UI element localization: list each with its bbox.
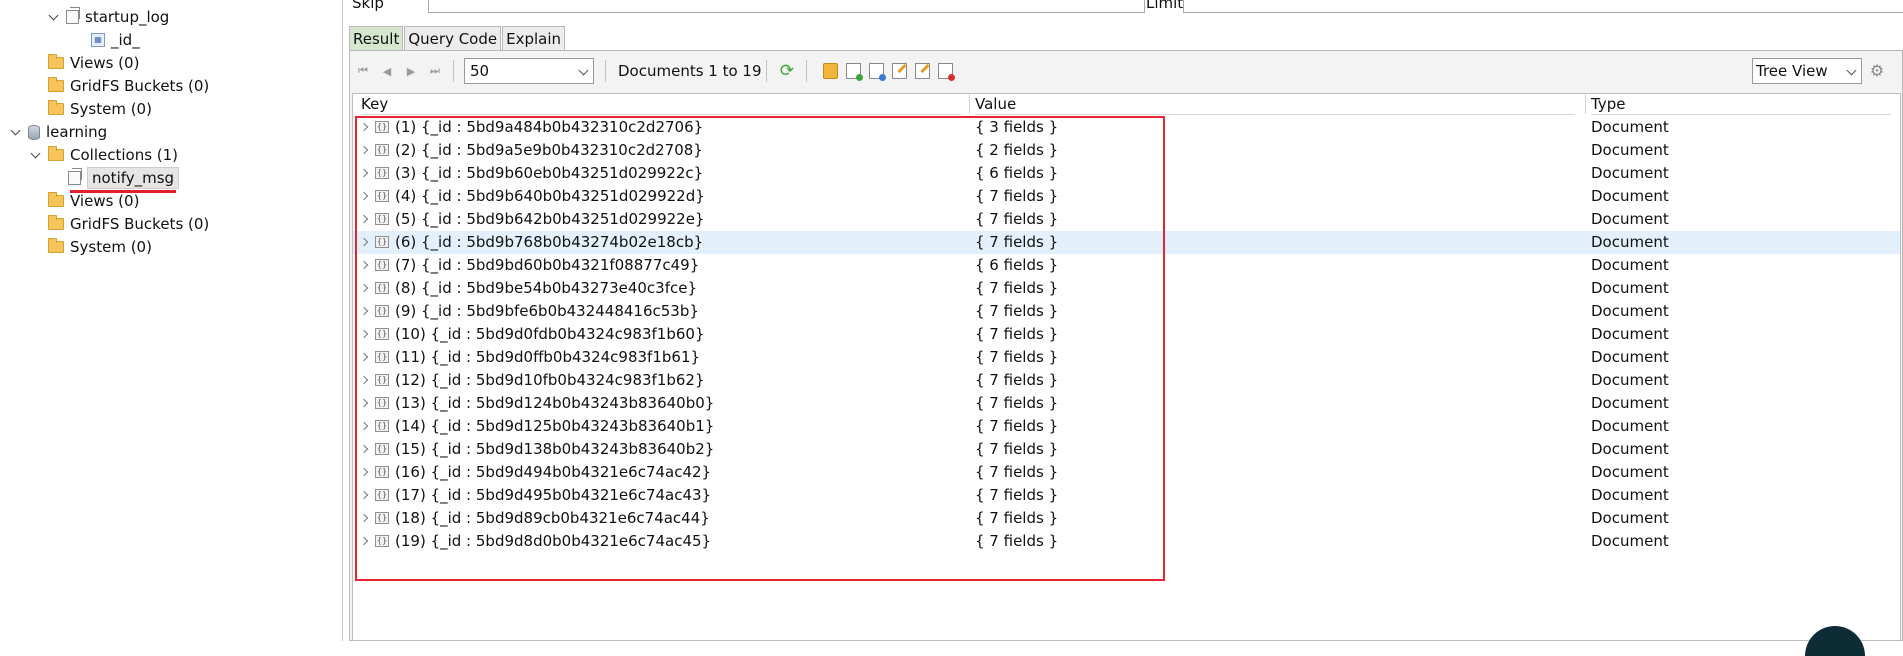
row-type: Document — [1591, 302, 1669, 320]
column-divider[interactable] — [1585, 94, 1586, 114]
limit-label: Limit — [1146, 0, 1184, 12]
tree-item-label: _id_ — [111, 31, 140, 49]
row-type: Document — [1591, 118, 1669, 136]
row-type: Document — [1591, 417, 1669, 435]
collection-icon — [66, 7, 80, 24]
folder-icon — [48, 238, 64, 253]
tree-item-label: GridFS Buckets (0) — [70, 77, 210, 95]
edit-document-icon[interactable] — [892, 63, 907, 79]
tree-item-notify-msg[interactable]: notify_msg — [68, 167, 180, 189]
row-type: Document — [1591, 233, 1669, 251]
skip-input[interactable] — [428, 0, 1145, 13]
view-mode-select[interactable]: Tree View — [1752, 58, 1862, 84]
refresh-icon[interactable]: ⟳ — [778, 62, 796, 80]
row-type: Document — [1591, 187, 1669, 205]
row-type: Document — [1591, 210, 1669, 228]
tree-item-db-learning[interactable]: learning — [10, 121, 107, 143]
toolbar-separator — [453, 60, 454, 82]
index-icon: ▦ — [91, 33, 105, 47]
collection-icon — [68, 168, 82, 185]
row-type: Document — [1591, 463, 1669, 481]
view-mode-value: Tree View — [1756, 62, 1828, 80]
previous-page-icon[interactable]: ◀ — [380, 64, 394, 78]
first-page-icon[interactable]: ⏮ — [356, 64, 370, 78]
database-icon — [28, 124, 40, 140]
tree-item-label: GridFS Buckets (0) — [70, 215, 210, 233]
lock-icon[interactable] — [823, 63, 838, 79]
row-type: Document — [1591, 141, 1669, 159]
gear-icon[interactable]: ⚙ — [1868, 62, 1886, 80]
row-type: Document — [1591, 486, 1669, 504]
edit-field-icon[interactable] — [915, 63, 930, 79]
folder-icon — [48, 100, 64, 115]
tree-item-label: notify_msg — [87, 167, 180, 189]
result-tabs: Result Query Code Explain — [349, 26, 566, 51]
chevron-down-icon — [1846, 65, 1857, 76]
row-type: Document — [1591, 394, 1669, 412]
tree-item-system[interactable]: System (0) — [48, 98, 152, 120]
tab-result[interactable]: Result — [349, 26, 404, 51]
folder-icon — [48, 215, 64, 230]
documents-range: Documents 1 to 19 — [618, 62, 762, 80]
page-size-value: 50 — [470, 62, 490, 80]
next-page-icon[interactable]: ▶ — [404, 64, 418, 78]
chevron-down-icon[interactable] — [30, 149, 42, 161]
tree-item-label: Views (0) — [70, 192, 140, 210]
tree-item-collections[interactable]: Collections (1) — [30, 144, 178, 166]
tree-item-label: startup_log — [85, 8, 170, 26]
connection-tree: startup_log ▦ _id_ Views (0) GridFS Buck… — [0, 0, 343, 641]
row-type: Document — [1591, 371, 1669, 389]
chevron-down-icon[interactable] — [10, 126, 22, 138]
tree-item-label: System (0) — [70, 100, 152, 118]
folder-icon — [48, 77, 64, 92]
folder-icon — [48, 192, 64, 207]
delete-document-icon[interactable] — [938, 63, 955, 81]
row-type: Document — [1591, 509, 1669, 527]
column-divider[interactable] — [969, 94, 970, 114]
tree-item-label: Collections (1) — [70, 146, 179, 164]
annotation-highlight-box — [355, 116, 1165, 581]
tree-item-views-2[interactable]: Views (0) — [48, 190, 139, 212]
tree-item-label: System (0) — [70, 238, 152, 256]
tab-explain[interactable]: Explain — [502, 26, 566, 51]
toolbar-separator — [605, 60, 606, 82]
import-document-icon[interactable] — [869, 63, 886, 81]
row-type: Document — [1591, 256, 1669, 274]
chevron-down-icon[interactable] — [48, 11, 60, 23]
toolbar-separator — [806, 60, 807, 82]
tree-item-gridfs-2[interactable]: GridFS Buckets (0) — [48, 213, 209, 235]
column-header-key[interactable]: Key — [361, 94, 961, 115]
column-header-type[interactable]: Type — [1591, 94, 1891, 115]
chevron-down-icon — [578, 65, 589, 76]
toolbar-separator — [766, 60, 767, 82]
skip-label: Skip — [352, 0, 384, 12]
tree-item-gridfs[interactable]: GridFS Buckets (0) — [48, 75, 209, 97]
tree-item-system-2[interactable]: System (0) — [48, 236, 152, 258]
column-header-value[interactable]: Value — [975, 94, 1575, 115]
tree-item-index-id[interactable]: ▦ _id_ — [91, 29, 140, 51]
tree-item-startup-log[interactable]: startup_log — [48, 6, 169, 28]
row-type: Document — [1591, 279, 1669, 297]
folder-icon — [48, 54, 64, 69]
row-type: Document — [1591, 532, 1669, 550]
tree-item-label: Views (0) — [70, 54, 140, 72]
row-type: Document — [1591, 348, 1669, 366]
tab-query-code[interactable]: Query Code — [404, 26, 502, 51]
limit-input[interactable] — [1183, 0, 1903, 13]
add-document-icon[interactable] — [846, 63, 863, 81]
last-page-icon[interactable]: ⏭ — [428, 64, 442, 78]
folder-icon — [48, 146, 64, 161]
row-type: Document — [1591, 440, 1669, 458]
tree-item-label: learning — [46, 123, 108, 141]
row-type: Document — [1591, 164, 1669, 182]
tree-item-views[interactable]: Views (0) — [48, 52, 139, 74]
page-size-select[interactable]: 50 — [464, 58, 594, 84]
row-type: Document — [1591, 325, 1669, 343]
